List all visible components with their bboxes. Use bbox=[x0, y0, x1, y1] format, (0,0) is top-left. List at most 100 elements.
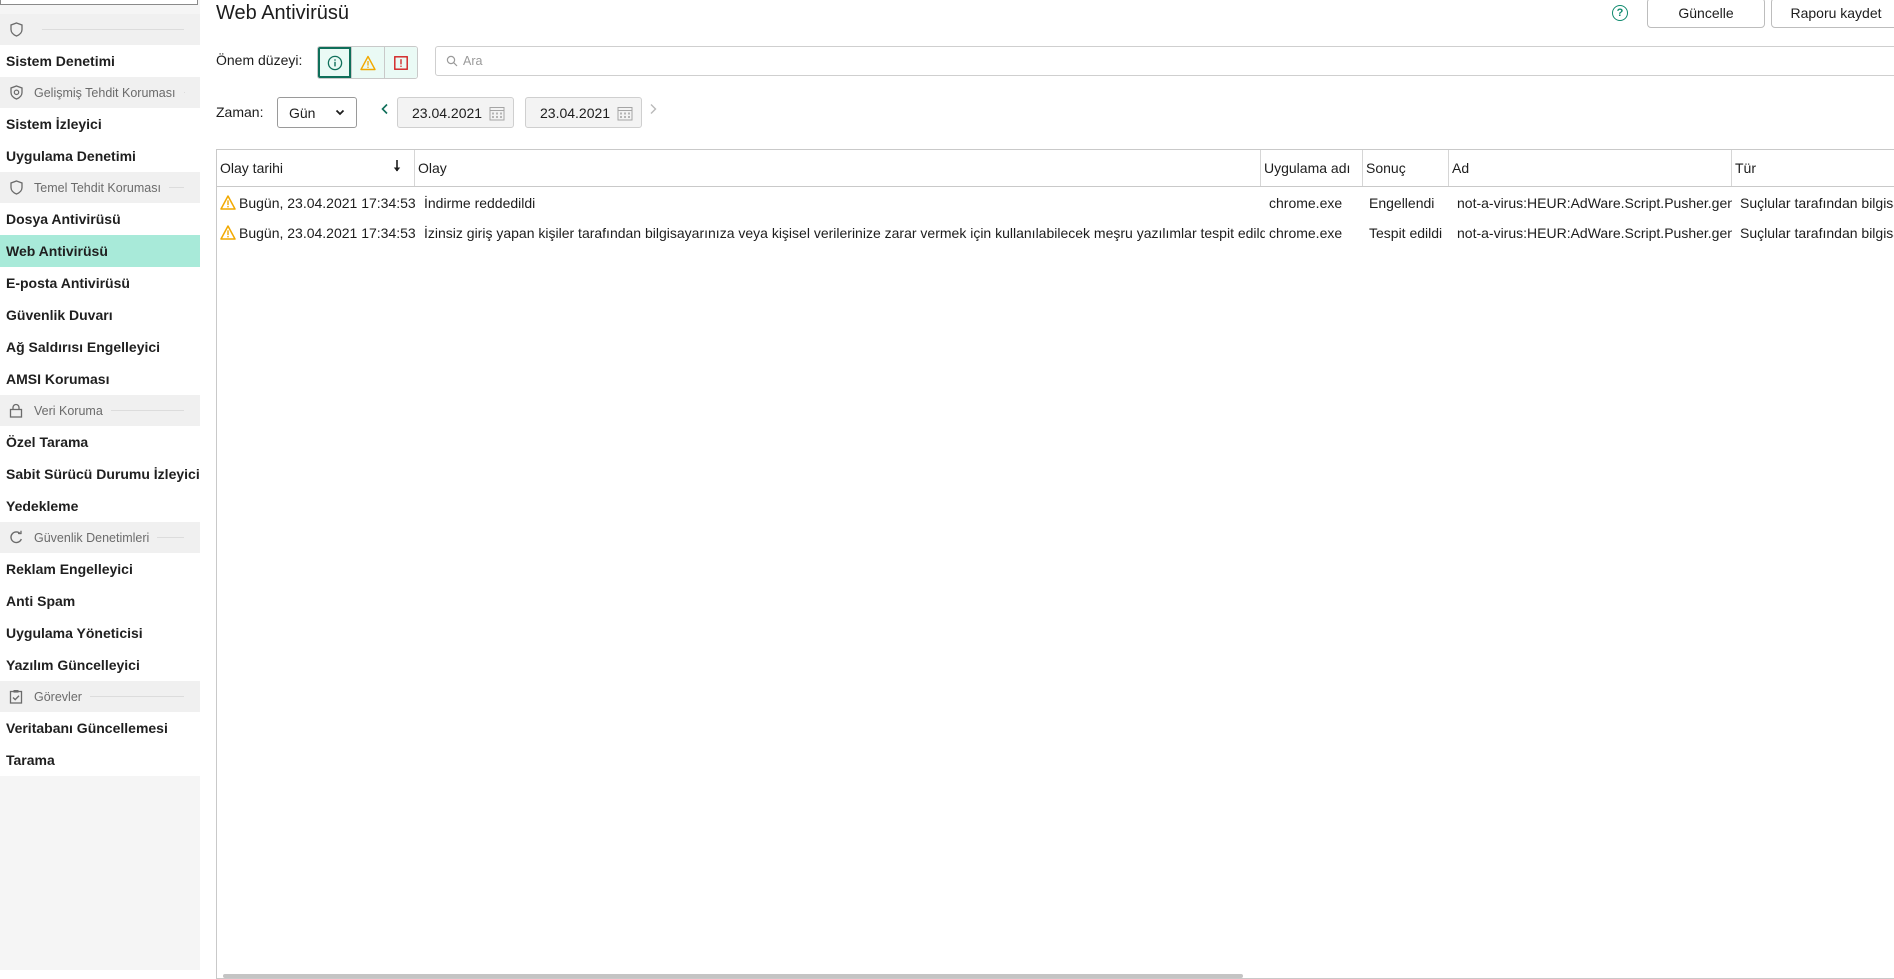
sidebar-item-guvenlik-duvari[interactable]: Güvenlik Duvarı bbox=[0, 299, 200, 331]
sidebar-item-anti-spam[interactable]: Anti Spam bbox=[0, 585, 200, 617]
sidebar-item-sistem-denetimi[interactable]: Sistem Denetimi bbox=[0, 45, 200, 77]
end-date-value: 23.04.2021 bbox=[540, 104, 611, 121]
sort-descending-icon[interactable] bbox=[392, 159, 402, 176]
sidebar-section-header bbox=[0, 14, 200, 45]
sidebar-item-sabit-surucu-durumu-izleyici[interactable]: Sabit Sürücü Durumu İzleyici bbox=[0, 458, 200, 490]
sidebar-section-header: Veri Koruma bbox=[0, 395, 200, 426]
next-period-button[interactable] bbox=[648, 102, 658, 120]
chevron-left-icon bbox=[381, 103, 388, 115]
sidebar-item-reklam-engelleyici[interactable]: Reklam Engelleyici bbox=[0, 553, 200, 585]
table-header: Olay tarihi Olay Uygulama adı Sonuç Ad Tür bbox=[217, 150, 1894, 187]
cell-result: Engellendi bbox=[1369, 195, 1435, 211]
sidebar-item-yazilim-guncelleyici[interactable]: Yazılım Güncelleyici bbox=[0, 649, 200, 681]
sidebar-section-title: Güvenlik Denetimleri bbox=[34, 530, 150, 545]
cell-name: not-a-virus:HEUR:AdWare.Script.Pusher.ge… bbox=[1457, 225, 1732, 241]
sidebar-section-header: Gelişmiş Tehdit Koruması bbox=[0, 77, 200, 108]
column-name-header[interactable]: Ad bbox=[1449, 150, 1732, 186]
sidebar-top-field[interactable] bbox=[0, 0, 198, 5]
start-date-value: 23.04.2021 bbox=[412, 104, 483, 121]
calendar-icon[interactable] bbox=[489, 106, 505, 121]
sidebar-item-veritabani-guncellemesi[interactable]: Veritabanı Güncellemesi bbox=[0, 712, 200, 744]
refresh-icon bbox=[8, 530, 24, 546]
cell-date: Bugün, 23.04.2021 17:34:53 bbox=[239, 195, 415, 211]
sidebar-section-title: Temel Tehdit Koruması bbox=[34, 180, 161, 195]
start-date-field[interactable]: 23.04.2021 bbox=[397, 97, 514, 128]
column-header-label: Tür bbox=[1735, 160, 1756, 176]
column-type-header[interactable]: Tür bbox=[1732, 150, 1894, 186]
cell-date: Bugün, 23.04.2021 17:34:53 bbox=[239, 225, 415, 241]
sidebar-section-header: Görevler bbox=[0, 681, 200, 712]
severity-critical-toggle[interactable] bbox=[384, 47, 417, 78]
severity-filter-group bbox=[317, 46, 418, 79]
divider bbox=[168, 187, 184, 188]
column-header-label: Sonuç bbox=[1366, 160, 1406, 176]
sidebar: Sistem Denetimi Gelişmiş Tehdit Koruması S… bbox=[0, 0, 200, 970]
sidebar-item-uygulama-yoneticisi[interactable]: Uygulama Yöneticisi bbox=[0, 617, 200, 649]
column-header-label: Olay bbox=[418, 160, 447, 176]
end-date-field[interactable]: 23.04.2021 bbox=[525, 97, 642, 128]
sidebar-item-ozel-tarama[interactable]: Özel Tarama bbox=[0, 426, 200, 458]
sidebar-section-title: Görevler bbox=[34, 689, 82, 704]
sidebar-section-title: Gelişmiş Tehdit Koruması bbox=[34, 85, 176, 100]
divider bbox=[42, 29, 184, 30]
table-row[interactable]: Bugün, 23.04.2021 17:34:53 İzinsiz giriş … bbox=[217, 218, 1894, 248]
severity-info-toggle[interactable] bbox=[318, 47, 351, 78]
period-value: Gün bbox=[289, 104, 316, 121]
column-event-header[interactable]: Olay bbox=[415, 150, 1261, 186]
lock-icon bbox=[8, 403, 24, 419]
table-row[interactable]: Bugün, 23.04.2021 17:34:53 İndirme redded… bbox=[217, 188, 1894, 218]
sidebar-item-dosya-antivirusu[interactable]: Dosya Antivirüsü bbox=[0, 203, 200, 235]
info-icon bbox=[327, 55, 342, 70]
update-button[interactable]: Güncelle bbox=[1647, 0, 1765, 28]
search-placeholder: Ara bbox=[463, 54, 483, 68]
sidebar-menu: Sistem Denetimi Gelişmiş Tehdit Koruması S… bbox=[0, 14, 200, 776]
shield-icon bbox=[8, 180, 24, 196]
chevron-right-icon bbox=[650, 104, 657, 114]
cell-app: chrome.exe bbox=[1269, 225, 1343, 241]
column-header-label: Olay tarihi bbox=[220, 160, 284, 176]
search-icon bbox=[446, 55, 458, 67]
column-header-label: Ad bbox=[1452, 160, 1470, 176]
sidebar-item-tarama[interactable]: Tarama bbox=[0, 744, 200, 776]
sidebar-section-title: Veri Koruma bbox=[34, 403, 103, 418]
main-panel: Web Antivirüsü ? Güncelle Raporu kaydet … bbox=[200, 0, 1894, 979]
calendar-icon[interactable] bbox=[617, 106, 633, 121]
column-result-header[interactable]: Sonuç bbox=[1363, 150, 1449, 186]
divider bbox=[183, 92, 184, 93]
cell-result: Tespit edildi bbox=[1369, 225, 1443, 241]
sidebar-item-uygulama-denetimi[interactable]: Uygulama Denetimi bbox=[0, 140, 200, 172]
period-select[interactable]: Gün bbox=[277, 97, 357, 128]
horizontal-scrollbar[interactable] bbox=[223, 974, 1243, 978]
cell-app: chrome.exe bbox=[1269, 195, 1343, 211]
warning-icon bbox=[360, 55, 376, 70]
sidebar-section-header: Güvenlik Denetimleri bbox=[0, 522, 200, 553]
sidebar-item-ag-saldirisi-engelleyici[interactable]: Ağ Saldırısı Engelleyici bbox=[0, 331, 200, 363]
column-application-name-header[interactable]: Uygulama adı bbox=[1261, 150, 1363, 186]
sidebar-item-yedekleme[interactable]: Yedekleme bbox=[0, 490, 200, 522]
shield-gear-icon bbox=[8, 85, 24, 101]
warning-icon bbox=[220, 195, 236, 213]
cell-event: İndirme reddedildi bbox=[424, 195, 536, 211]
column-event-date-header[interactable]: Olay tarihi bbox=[217, 150, 415, 186]
help-icon[interactable]: ? bbox=[1612, 5, 1628, 21]
events-table: Olay tarihi Olay Uygulama adı Sonuç Ad Tür Bu… bbox=[216, 149, 1894, 979]
sidebar-item-web-antivirusu[interactable]: Web Antivirüsü bbox=[0, 235, 200, 267]
column-header-label: Uygulama adı bbox=[1264, 160, 1351, 176]
cell-event: İzinsiz giriş yapan kişiler tarafından b… bbox=[424, 225, 1265, 241]
severity-warning-toggle[interactable] bbox=[351, 47, 384, 78]
save-report-button[interactable]: Raporu kaydet bbox=[1771, 0, 1894, 28]
cell-type: Suçlular tarafından bilgisayarınıza bbox=[1740, 225, 1894, 241]
page-title: Web Antivirüsü bbox=[216, 2, 350, 24]
sidebar-item-sistem-izleyici[interactable]: Sistem İzleyici bbox=[0, 108, 200, 140]
warning-icon bbox=[220, 225, 236, 243]
time-label: Zaman: bbox=[216, 104, 264, 120]
divider bbox=[157, 537, 184, 538]
search-input[interactable]: Ara bbox=[435, 46, 1894, 76]
cell-name: not-a-virus:HEUR:AdWare.Script.Pusher.ge… bbox=[1457, 195, 1732, 211]
previous-period-button[interactable] bbox=[380, 102, 390, 120]
clipboard-check-icon bbox=[8, 689, 24, 705]
sidebar-item-e-posta-antivirusu[interactable]: E-posta Antivirüsü bbox=[0, 267, 200, 299]
sidebar-item-amsi-korumasi[interactable]: AMSI Koruması bbox=[0, 363, 200, 395]
cell-type: Suçlular tarafından bilgisayarınıza bbox=[1740, 195, 1894, 211]
error-icon bbox=[394, 55, 408, 70]
